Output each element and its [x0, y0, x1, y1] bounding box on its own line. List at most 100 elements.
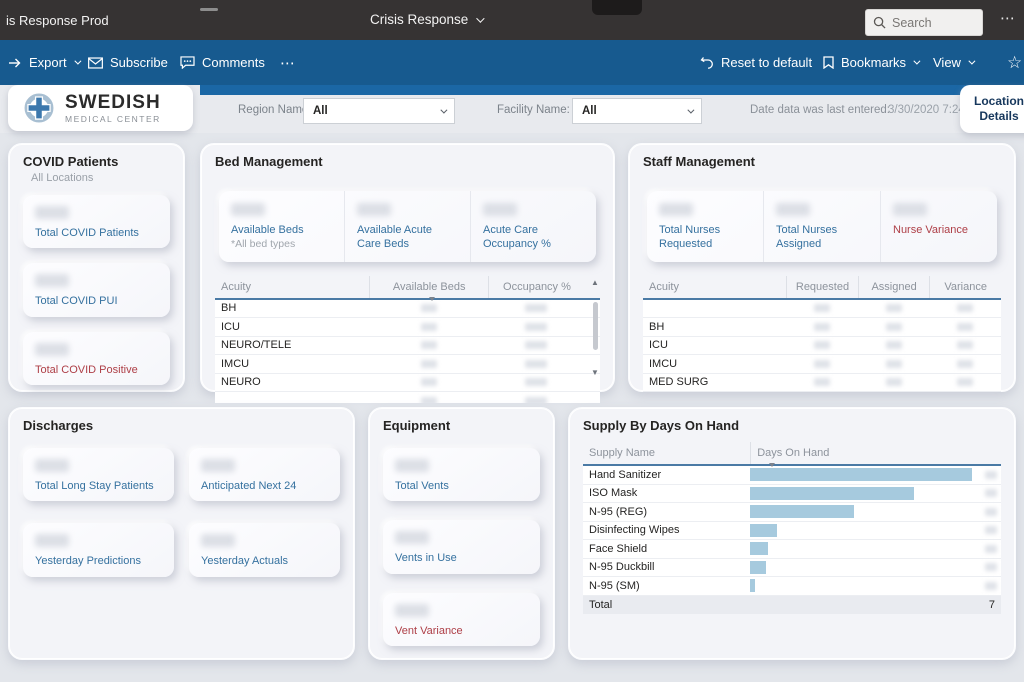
- days-on-hand-value-redacted: [972, 563, 1001, 572]
- variance-cell: [929, 341, 1001, 350]
- requested-cell: [786, 341, 858, 350]
- toolbar-more-icon[interactable]: ⋯: [280, 40, 296, 85]
- kpi-value-redacted: [659, 203, 693, 216]
- medical-cross-icon: [22, 91, 56, 125]
- comments-button[interactable]: Comments: [180, 40, 265, 85]
- supply-table-row[interactable]: N-95 (SM): [583, 577, 1001, 596]
- bed-table-header[interactable]: Acuity Available Beds Occupancy %: [215, 275, 600, 301]
- bed-table-row[interactable]: ICU: [215, 318, 600, 337]
- kpi-tile[interactable]: Total Nurses Requested: [647, 191, 763, 262]
- supply-total-row: Total 7: [583, 595, 1001, 614]
- kpi-tile[interactable]: Total Nurses Assigned: [763, 191, 880, 262]
- chevron-down-icon: [913, 57, 921, 65]
- accent-strip: [200, 85, 990, 95]
- chevron-down-icon: [687, 106, 695, 114]
- report-selector-label: Crisis Response: [370, 12, 469, 27]
- kpi-tile[interactable]: Acute Care Occupancy %: [470, 191, 596, 262]
- location-details-line1: Location: [974, 94, 1024, 108]
- assigned-cell: [858, 322, 930, 331]
- staff-table-row[interactable]: BH: [643, 318, 1001, 337]
- supply-table-row[interactable]: Hand Sanitizer: [583, 466, 1001, 485]
- bed-table-row[interactable]: NEURO/TELE: [215, 336, 600, 356]
- search-input[interactable]: [892, 15, 972, 30]
- view-button[interactable]: View: [933, 40, 976, 85]
- reset-to-default-button[interactable]: Reset to default: [700, 40, 812, 85]
- subscribe-button[interactable]: Subscribe: [88, 40, 168, 85]
- kpi-value-redacted: [776, 203, 810, 216]
- available-beds-cell: [369, 341, 488, 350]
- days-on-hand-value-redacted: [972, 544, 1001, 553]
- kpi-tile[interactable]: Nurse Variance: [880, 191, 997, 262]
- bed-table-row[interactable]: NEURO: [215, 373, 600, 393]
- kpi-tile[interactable]: Available Acute Care Beds: [344, 191, 470, 262]
- supply-table-row[interactable]: N-95 (REG): [583, 503, 1001, 522]
- bookmarks-button[interactable]: Bookmarks: [823, 40, 921, 85]
- comment-icon: [180, 56, 195, 69]
- covid-patients-card: COVID Patients All Locations Total COVID…: [8, 143, 185, 392]
- supply-table-header[interactable]: Supply Name Days On Hand: [583, 442, 1001, 467]
- kpi-tile[interactable]: Vents in Use: [383, 520, 540, 574]
- total-label: Total: [589, 598, 613, 611]
- facility-filter-dropdown[interactable]: All: [572, 98, 702, 124]
- acuity-cell: BH: [649, 320, 665, 333]
- days-on-hand-value-redacted: [972, 489, 1001, 498]
- assigned-cell: [858, 341, 930, 350]
- kpi-tile[interactable]: Total COVID Patients: [23, 195, 170, 249]
- staff-table-row[interactable]: ICU: [643, 336, 1001, 356]
- sort-descending-icon[interactable]: [769, 463, 776, 467]
- supply-table-row[interactable]: N-95 Duckbill: [583, 558, 1001, 577]
- kpi-tile[interactable]: Total COVID Positive: [23, 331, 170, 385]
- staff-table-row[interactable]: [643, 299, 1001, 319]
- bed-table-row[interactable]: [215, 392, 600, 403]
- supply-table-row[interactable]: Face Shield: [583, 540, 1001, 559]
- more-options-icon[interactable]: ⋯: [1000, 9, 1016, 27]
- kpi-tile[interactable]: Anticipated Next 24: [189, 448, 340, 502]
- facility-filter-value: All: [582, 105, 597, 117]
- kpi-label: Total Nurses Requested: [659, 224, 721, 251]
- search-box[interactable]: [865, 9, 983, 36]
- bed-table-row[interactable]: BH: [215, 299, 600, 319]
- supply-table-body: Hand Sanitizer ISO Mask N-95 (REG) Disinfec…: [583, 466, 1001, 596]
- acuity-cell: ICU: [649, 339, 668, 352]
- kpi-value-redacted: [395, 603, 429, 617]
- kpi-label: Total COVID PUI: [35, 295, 118, 308]
- kpi-tile[interactable]: Total Vents: [383, 448, 540, 502]
- scroll-up-icon[interactable]: ▲: [590, 278, 600, 288]
- days-on-hand-value-redacted: [972, 581, 1001, 590]
- scrollbar-thumb[interactable]: [593, 301, 598, 350]
- kpi-tile[interactable]: Yesterday Predictions: [23, 523, 174, 577]
- location-details-tab[interactable]: Location Details: [960, 85, 1024, 133]
- assigned-cell: [858, 378, 930, 387]
- bed-table-row[interactable]: IMCU: [215, 355, 600, 374]
- kpi-label: Total Nurses Assigned: [776, 224, 838, 251]
- report-selector[interactable]: Crisis Response: [370, 12, 485, 27]
- kpi-tile[interactable]: Yesterday Actuals: [189, 523, 340, 577]
- variance-cell: [929, 378, 1001, 387]
- staff-management-card: Staff Management Total Nurses Requested T…: [628, 143, 1016, 393]
- supply-table-row[interactable]: Disinfecting Wipes: [583, 521, 1001, 540]
- staff-table-row[interactable]: IMCU: [643, 355, 1001, 374]
- scroll-down-icon[interactable]: ▼: [590, 368, 600, 378]
- days-on-hand-bar: [750, 579, 972, 593]
- available-beds-cell: [369, 378, 488, 387]
- export-button[interactable]: Export: [8, 40, 82, 85]
- region-filter-dropdown[interactable]: All: [303, 98, 455, 124]
- staff-table-header[interactable]: Acuity Requested Assigned Variance: [643, 275, 1001, 298]
- sort-descending-icon[interactable]: [429, 296, 436, 301]
- undo-icon: [700, 56, 714, 69]
- bed-table-scrollbar[interactable]: ▲ ▼: [590, 276, 600, 403]
- kpi-value-redacted: [35, 342, 69, 356]
- kpi-tile[interactable]: Total Long Stay Patients: [23, 448, 174, 502]
- favorite-star-icon[interactable]: ☆: [1007, 40, 1022, 85]
- supply-name-cell: N-95 (SM): [589, 579, 640, 592]
- drag-handle[interactable]: [200, 8, 218, 11]
- kpi-tile[interactable]: Vent Variance: [383, 592, 540, 646]
- staff-table-row[interactable]: MED SURG: [643, 373, 1001, 393]
- kpi-value-redacted: [395, 531, 429, 545]
- chevron-down-icon: [968, 57, 976, 65]
- available-beds-cell: [369, 322, 488, 331]
- kpi-tile[interactable]: Available Beds *All bed types: [219, 191, 344, 262]
- kpi-tile[interactable]: Total COVID PUI: [23, 263, 170, 317]
- kpi-value-redacted: [357, 203, 391, 216]
- supply-table-row[interactable]: ISO Mask: [583, 484, 1001, 503]
